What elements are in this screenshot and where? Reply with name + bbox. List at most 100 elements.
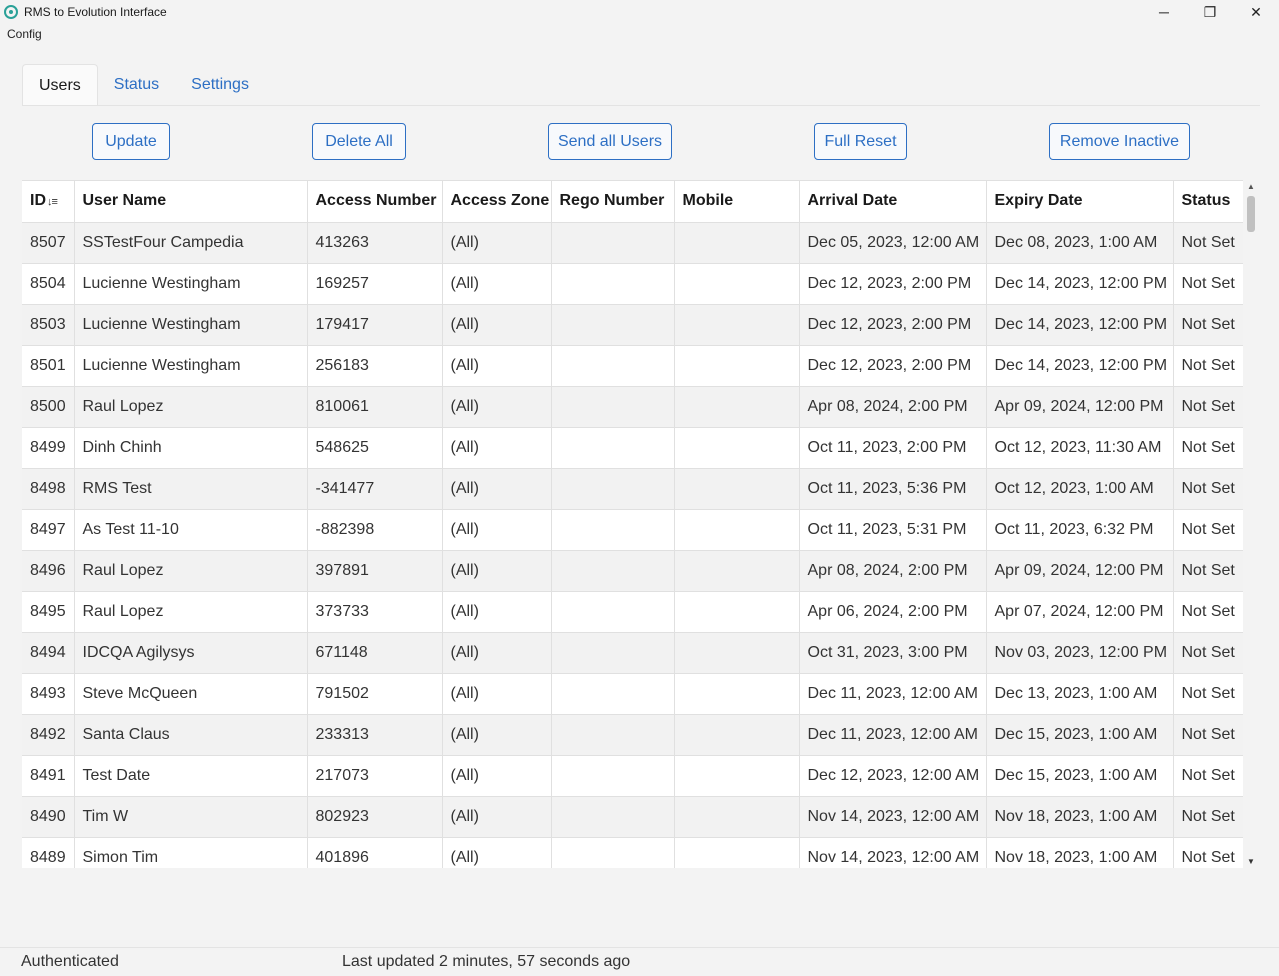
app-logo-icon (4, 5, 18, 19)
column-header-expiry-date[interactable]: Expiry Date (986, 181, 1174, 223)
table-row[interactable]: 8503 Lucienne Westingham 179417 (All) Dec 12… (22, 304, 1243, 346)
table-row[interactable]: 8495 Raul Lopez 373733 (All) Apr 06, 2024, 2… (22, 591, 1243, 633)
maximize-button[interactable]: ❐ (1187, 0, 1233, 24)
cell-access-zone: (All) (442, 837, 552, 868)
table-row[interactable]: 8507 SSTestFour Campedia 413263 (All) Dec 05… (22, 222, 1243, 264)
cell-mobile (674, 550, 800, 592)
cell-user-name: IDCQA Agilysys (74, 632, 308, 674)
column-header-status[interactable]: Status (1173, 181, 1243, 223)
sort-descending-icon: ↓≡ (47, 196, 58, 209)
column-header-id[interactable]: ID↓≡ (22, 181, 75, 223)
cell-access-number: 179417 (307, 304, 443, 346)
column-header-label: ID (30, 192, 46, 210)
tab-users[interactable]: Users (22, 64, 98, 106)
cell-status: Not Set (1173, 468, 1243, 510)
column-header-user-name[interactable]: User Name (74, 181, 308, 223)
cell-status: Not Set (1173, 386, 1243, 428)
cell-id: 8504 (22, 263, 75, 305)
cell-arrival-date: Oct 31, 2023, 3:00 PM (799, 632, 987, 674)
table-row[interactable]: 8490 Tim W 802923 (All) Nov 14, 2023, 12:00 … (22, 796, 1243, 838)
table-row[interactable]: 8500 Raul Lopez 810061 (All) Apr 08, 2024, 2… (22, 386, 1243, 428)
cell-status: Not Set (1173, 632, 1243, 674)
column-header-mobile[interactable]: Mobile (674, 181, 800, 223)
minimize-button[interactable]: ─ (1141, 0, 1187, 24)
cell-access-number: 217073 (307, 755, 443, 797)
users-grid[interactable]: ID↓≡ User Name Access Number Access Zone… (22, 180, 1243, 868)
cell-access-number: 401896 (307, 837, 443, 868)
grid-body: 8507 SSTestFour Campedia 413263 (All) Dec 05… (22, 222, 1243, 868)
cell-access-number: 810061 (307, 386, 443, 428)
scroll-up-arrow-icon[interactable]: ▲ (1247, 182, 1255, 191)
cell-access-number: -882398 (307, 509, 443, 551)
cell-user-name: Raul Lopez (74, 386, 308, 428)
cell-arrival-date: Oct 11, 2023, 5:36 PM (799, 468, 987, 510)
full-reset-button[interactable]: Full Reset (814, 123, 907, 160)
cell-access-zone: (All) (442, 222, 552, 264)
table-row[interactable]: 8497 As Test 11-10 -882398 (All) Oct 11, 202… (22, 509, 1243, 551)
cell-user-name: Simon Tim (74, 837, 308, 868)
cell-mobile (674, 591, 800, 633)
cell-mobile (674, 468, 800, 510)
cell-id: 8490 (22, 796, 75, 838)
table-row[interactable]: 8494 IDCQA Agilysys 671148 (All) Oct 31, 202… (22, 632, 1243, 674)
cell-arrival-date: Apr 08, 2024, 2:00 PM (799, 386, 987, 428)
cell-user-name: Raul Lopez (74, 550, 308, 592)
cell-rego-number (551, 550, 675, 592)
cell-access-number: 802923 (307, 796, 443, 838)
column-header-arrival-date[interactable]: Arrival Date (799, 181, 987, 223)
cell-access-number: 233313 (307, 714, 443, 756)
scroll-down-arrow-icon[interactable]: ▼ (1247, 857, 1255, 866)
tab-status[interactable]: Status (98, 64, 175, 106)
cell-status: Not Set (1173, 837, 1243, 868)
cell-rego-number (551, 427, 675, 469)
remove-inactive-button[interactable]: Remove Inactive (1049, 123, 1190, 160)
scroll-thumb[interactable] (1247, 196, 1255, 232)
cell-rego-number (551, 345, 675, 387)
menu-config[interactable]: Config (7, 27, 42, 41)
close-button[interactable]: ✕ (1233, 0, 1279, 24)
cell-status: Not Set (1173, 222, 1243, 264)
cell-arrival-date: Dec 11, 2023, 12:00 AM (799, 714, 987, 756)
cell-id: 8493 (22, 673, 75, 715)
table-row[interactable]: 8493 Steve McQueen 791502 (All) Dec 11, 2023… (22, 673, 1243, 715)
table-row[interactable]: 8489 Simon Tim 401896 (All) Nov 14, 2023, 12… (22, 837, 1243, 868)
cell-access-zone: (All) (442, 468, 552, 510)
cell-status: Not Set (1173, 673, 1243, 715)
table-row[interactable]: 8491 Test Date 217073 (All) Dec 12, 2023, 12… (22, 755, 1243, 797)
window-title: RMS to Evolution Interface (24, 5, 167, 19)
cell-access-zone: (All) (442, 591, 552, 633)
cell-rego-number (551, 673, 675, 715)
vertical-scrollbar[interactable]: ▲ ▼ (1245, 180, 1259, 868)
cell-user-name: Test Date (74, 755, 308, 797)
cell-id: 8491 (22, 755, 75, 797)
cell-expiry-date: Dec 08, 2023, 1:00 AM (986, 222, 1174, 264)
table-row[interactable]: 8492 Santa Claus 233313 (All) Dec 11, 2023, … (22, 714, 1243, 756)
users-table: ID↓≡ User Name Access Number Access Zone… (22, 181, 1243, 868)
column-header-rego-number[interactable]: Rego Number (551, 181, 675, 223)
table-row[interactable]: 8504 Lucienne Westingham 169257 (All) Dec 12… (22, 263, 1243, 305)
tab-settings[interactable]: Settings (175, 64, 265, 106)
cell-id: 8497 (22, 509, 75, 551)
status-bar: Authenticated Last updated 2 minutes, 57… (0, 947, 1279, 976)
table-row[interactable]: 8499 Dinh Chinh 548625 (All) Oct 11, 2023, 2… (22, 427, 1243, 469)
cell-access-number: 791502 (307, 673, 443, 715)
cell-status: Not Set (1173, 796, 1243, 838)
column-header-access-zone[interactable]: Access Zone (442, 181, 552, 223)
update-button[interactable]: Update (92, 123, 170, 160)
cell-access-number: 397891 (307, 550, 443, 592)
table-row[interactable]: 8498 RMS Test -341477 (All) Oct 11, 2023, 5:… (22, 468, 1243, 510)
tab-divider (22, 105, 1260, 106)
cell-access-number: 169257 (307, 263, 443, 305)
delete-all-button[interactable]: Delete All (312, 123, 406, 160)
cell-user-name: Steve McQueen (74, 673, 308, 715)
title-bar: RMS to Evolution Interface ─ ❐ ✕ (0, 0, 1279, 24)
cell-status: Not Set (1173, 427, 1243, 469)
cell-id: 8507 (22, 222, 75, 264)
column-header-access-number[interactable]: Access Number (307, 181, 443, 223)
cell-access-zone: (All) (442, 427, 552, 469)
cell-user-name: Raul Lopez (74, 591, 308, 633)
table-row[interactable]: 8501 Lucienne Westingham 256183 (All) Dec 12… (22, 345, 1243, 387)
cell-access-zone: (All) (442, 632, 552, 674)
send-all-users-button[interactable]: Send all Users (548, 123, 672, 160)
table-row[interactable]: 8496 Raul Lopez 397891 (All) Apr 08, 2024, 2… (22, 550, 1243, 592)
